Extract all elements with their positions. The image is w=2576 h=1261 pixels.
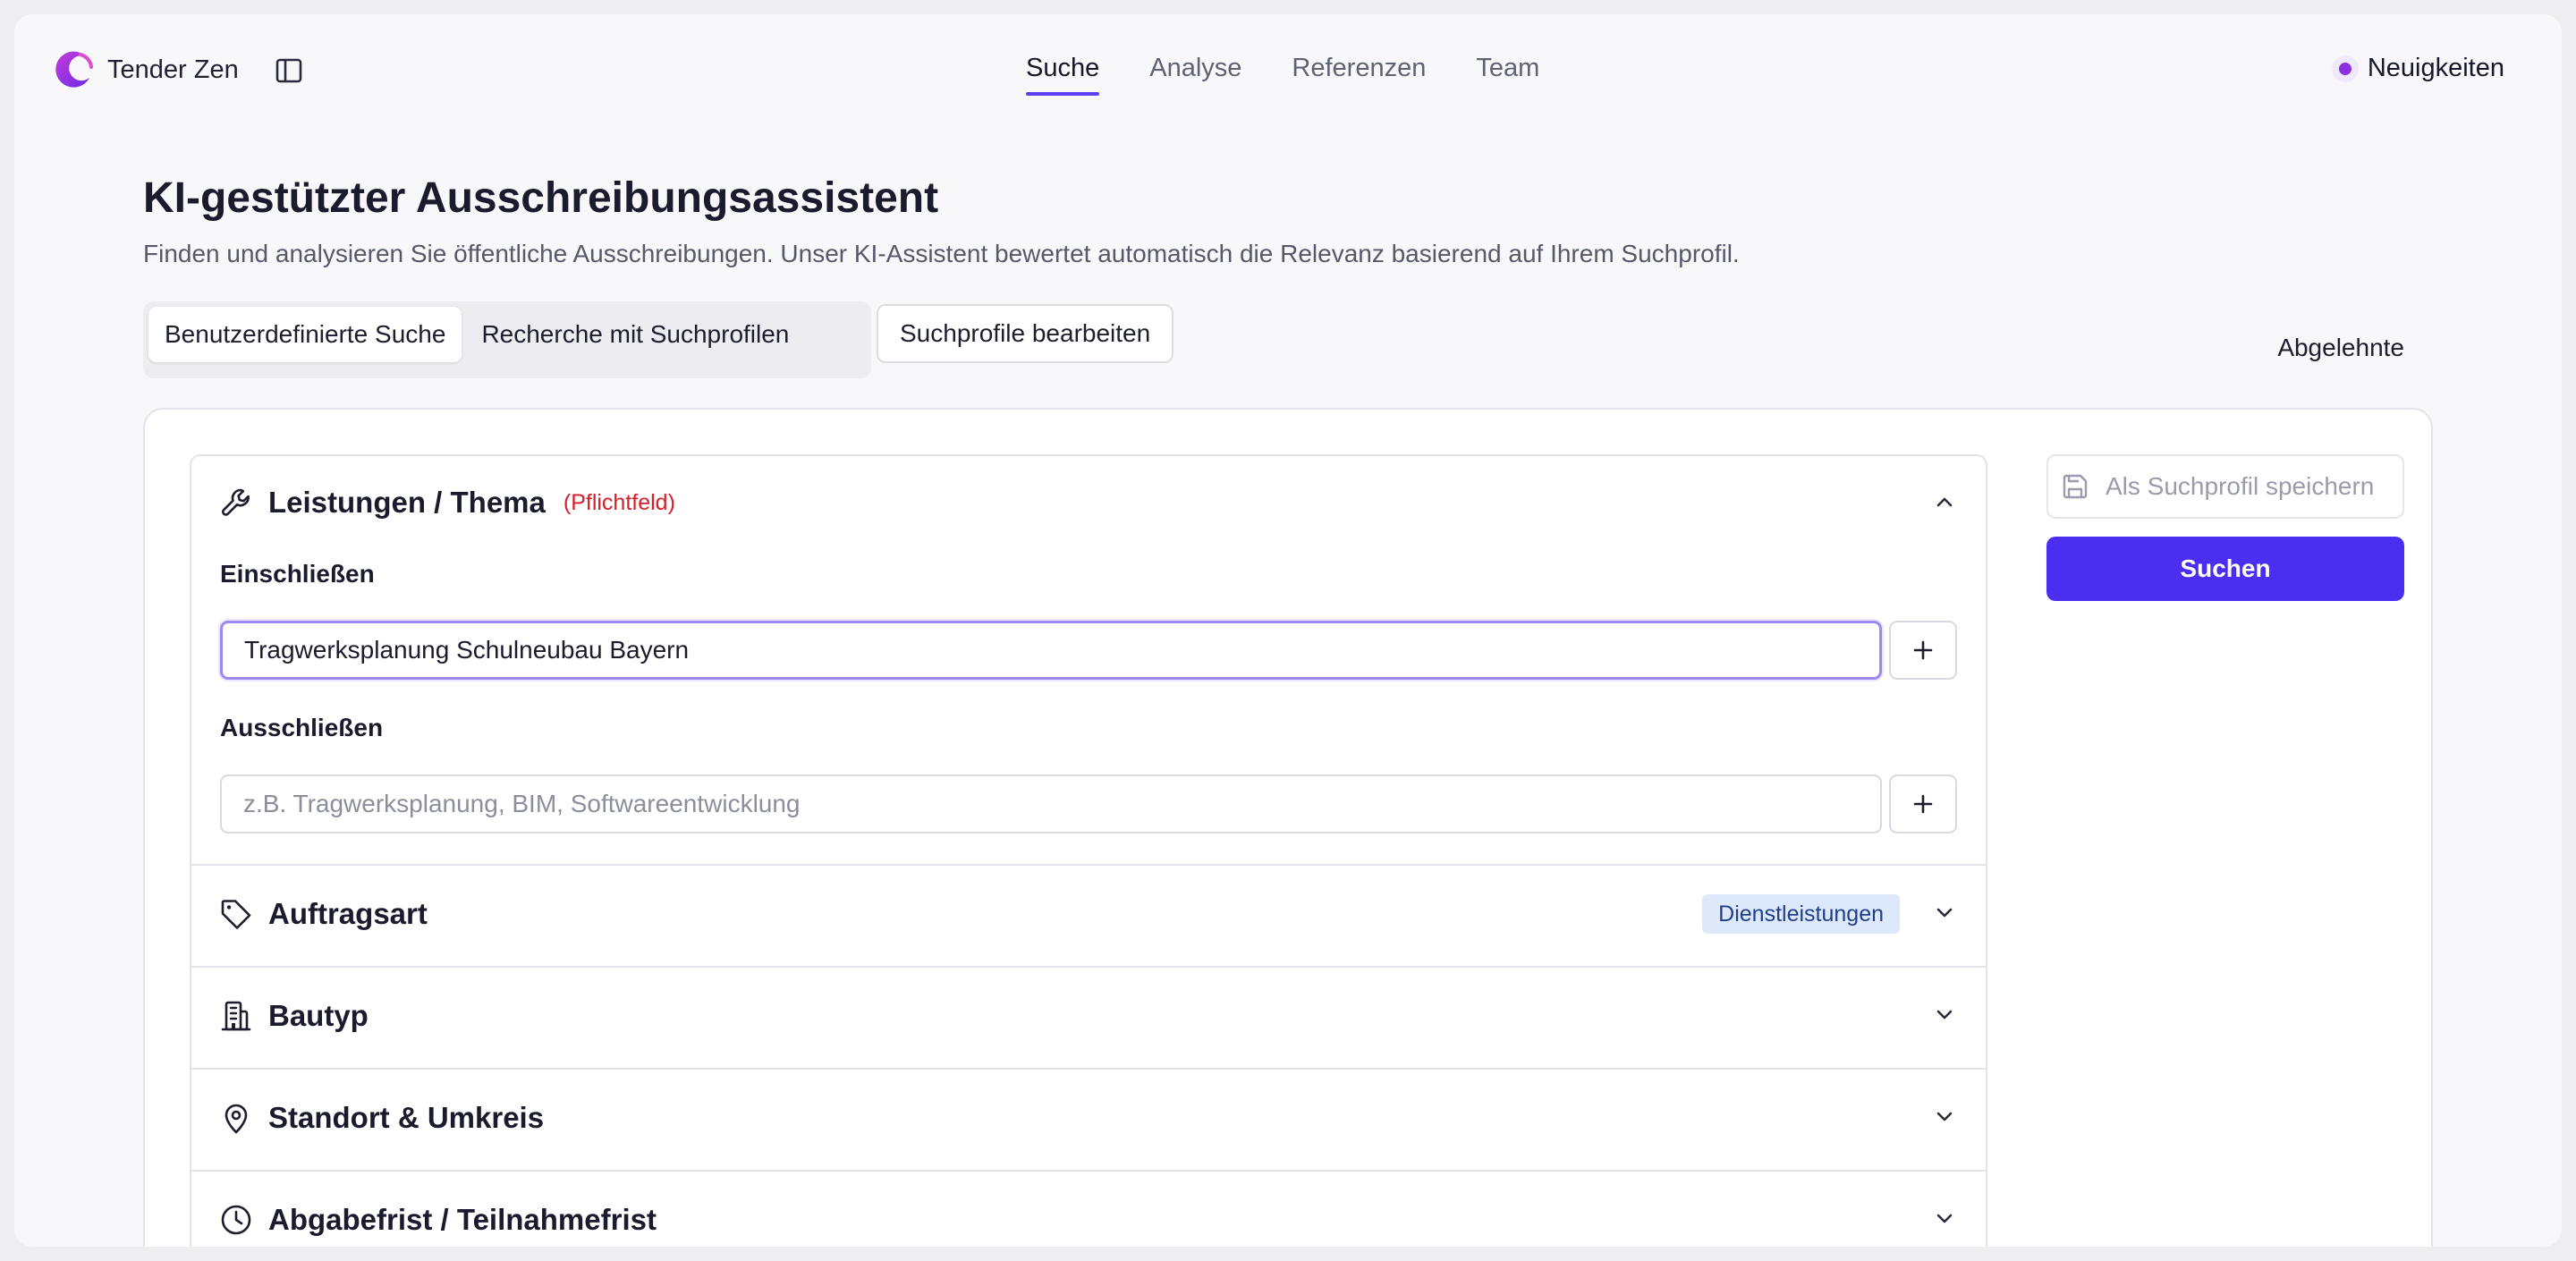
- nav-team[interactable]: Team: [1476, 54, 1539, 96]
- nav-referenzen[interactable]: Referenzen: [1292, 54, 1426, 96]
- include-label: Einschließen: [220, 560, 375, 588]
- brand-name[interactable]: Tender Zen: [107, 55, 239, 85]
- section-title-contract-type: Auftragsart: [268, 897, 428, 930]
- tag-icon: [221, 900, 251, 929]
- search-card: Leistungen / Thema (Pflichtfeld) Einschl…: [143, 408, 2433, 1247]
- section-header-building-type[interactable]: Bautyp: [218, 998, 369, 1034]
- app-window: Tender Zen Suche Analyse Referenzen Team…: [14, 14, 2562, 1247]
- section-header-contract-type[interactable]: Auftragsart: [218, 896, 428, 932]
- include-input[interactable]: [220, 621, 1882, 680]
- save-icon: [2063, 474, 2088, 499]
- section-header-services[interactable]: Leistungen / Thema (Pflichtfeld): [218, 485, 675, 520]
- nav-analyse[interactable]: Analyse: [1149, 54, 1241, 96]
- sidebar-toggle-icon[interactable]: [274, 55, 304, 86]
- map-pin-icon: [225, 1104, 248, 1134]
- exclude-add-button[interactable]: [1889, 774, 1957, 834]
- divider: [191, 1068, 1986, 1070]
- top-navigation: Tender Zen Suche Analyse Referenzen Team…: [14, 14, 2562, 131]
- save-profile-button[interactable]: Als Suchprofil speichern: [2046, 454, 2404, 519]
- exclude-input[interactable]: [220, 774, 1882, 834]
- news-link[interactable]: Neuigkeiten: [2338, 54, 2504, 83]
- section-title-deadline: Abgabefrist / Teilnahmefrist: [268, 1203, 657, 1236]
- page-title: KI-gestützter Ausschreibungsassistent: [143, 174, 939, 222]
- edit-profiles-button[interactable]: Suchprofile bearbeiten: [877, 304, 1174, 363]
- search-mode-tabs: Benutzerdefinierte Suche Recherche mit S…: [143, 301, 871, 378]
- chevron-down-icon[interactable]: [1932, 1002, 1957, 1027]
- nav-suche[interactable]: Suche: [1026, 54, 1100, 96]
- divider: [191, 1170, 1986, 1172]
- required-marker: (Pflichtfeld): [563, 489, 675, 515]
- plus-icon: [1913, 794, 1933, 814]
- include-add-button[interactable]: [1889, 621, 1957, 680]
- section-title-services: Leistungen / Thema: [268, 486, 546, 519]
- section-header-deadline[interactable]: Abgabefrist / Teilnahmefrist: [218, 1202, 657, 1238]
- news-indicator-dot: [2338, 62, 2351, 75]
- section-title-location: Standort & Umkreis: [268, 1101, 545, 1134]
- save-profile-label: Als Suchprofil speichern: [2106, 472, 2375, 500]
- chevron-down-icon[interactable]: [1932, 900, 1957, 925]
- divider: [191, 864, 1986, 866]
- chevron-down-icon[interactable]: [1932, 1104, 1957, 1129]
- chevron-up-icon[interactable]: [1932, 490, 1957, 515]
- main-nav: Suche Analyse Referenzen Team: [1026, 54, 1539, 96]
- building-icon: [221, 1001, 251, 1031]
- search-button[interactable]: Suchen: [2046, 537, 2404, 601]
- tab-custom-search[interactable]: Benutzerdefinierte Suche: [148, 307, 462, 362]
- wrench-icon: [222, 488, 250, 516]
- section-title-building-type: Bautyp: [268, 999, 369, 1032]
- contract-type-badge: Dienstleistungen: [1702, 894, 1900, 934]
- tab-profile-search[interactable]: Recherche mit Suchprofilen: [465, 307, 805, 362]
- exclude-label: Ausschließen: [220, 714, 384, 741]
- filter-panel: Leistungen / Thema (Pflichtfeld) Einschl…: [190, 454, 1987, 1247]
- news-label: Neuigkeiten: [2367, 54, 2504, 82]
- clock-icon: [221, 1205, 251, 1235]
- section-header-location[interactable]: Standort & Umkreis: [218, 1100, 544, 1136]
- divider: [191, 966, 1986, 968]
- chevron-down-icon[interactable]: [1932, 1206, 1957, 1231]
- logo-icon[interactable]: [50, 47, 97, 94]
- plus-icon: [1913, 640, 1933, 660]
- page-subtitle: Finden und analysieren Sie öffentliche A…: [143, 240, 1740, 267]
- rejected-link[interactable]: Abgelehnte: [2277, 334, 2404, 362]
